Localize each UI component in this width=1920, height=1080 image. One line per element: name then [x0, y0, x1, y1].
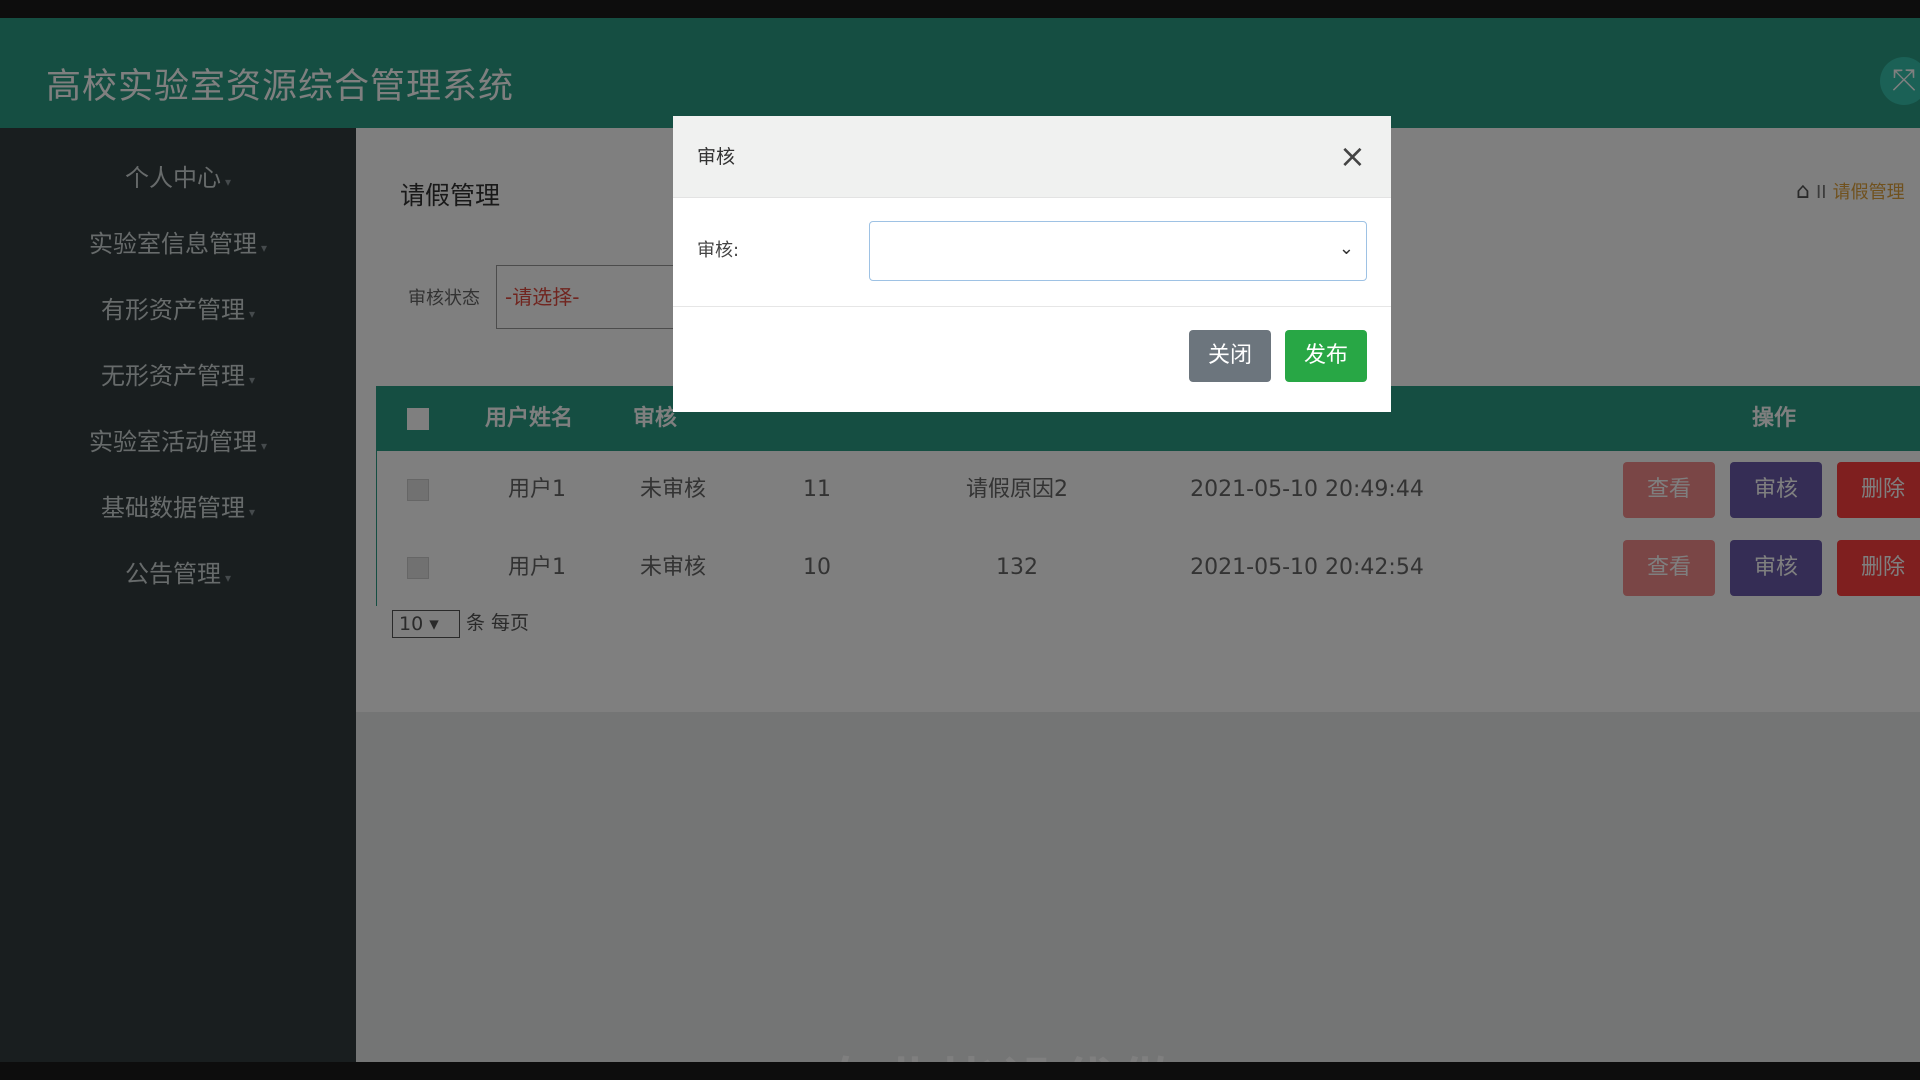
- audit-dialog: 审核 × 审核: ⌄ 关闭 发布: [673, 116, 1391, 412]
- close-icon[interactable]: ×: [1339, 136, 1366, 176]
- chevron-down-icon: ⌄: [1338, 238, 1354, 259]
- close-button[interactable]: 关闭: [1189, 330, 1271, 382]
- screen: 高校实验室资源综合管理系统 ⤧ 个人中心▾ 实验室信息管理▾ 有形资产管理▾ 无…: [0, 18, 1920, 1062]
- audit-select[interactable]: ⌄: [869, 221, 1367, 281]
- dialog-title: 审核: [697, 146, 736, 168]
- letterbox-bottom: [0, 1062, 1920, 1080]
- letterbox-top: [0, 0, 1920, 18]
- dialog-divider: [673, 306, 1391, 307]
- audit-field-label: 审核:: [697, 240, 740, 261]
- dialog-header: 审核 ×: [673, 116, 1391, 198]
- publish-button[interactable]: 发布: [1285, 330, 1367, 382]
